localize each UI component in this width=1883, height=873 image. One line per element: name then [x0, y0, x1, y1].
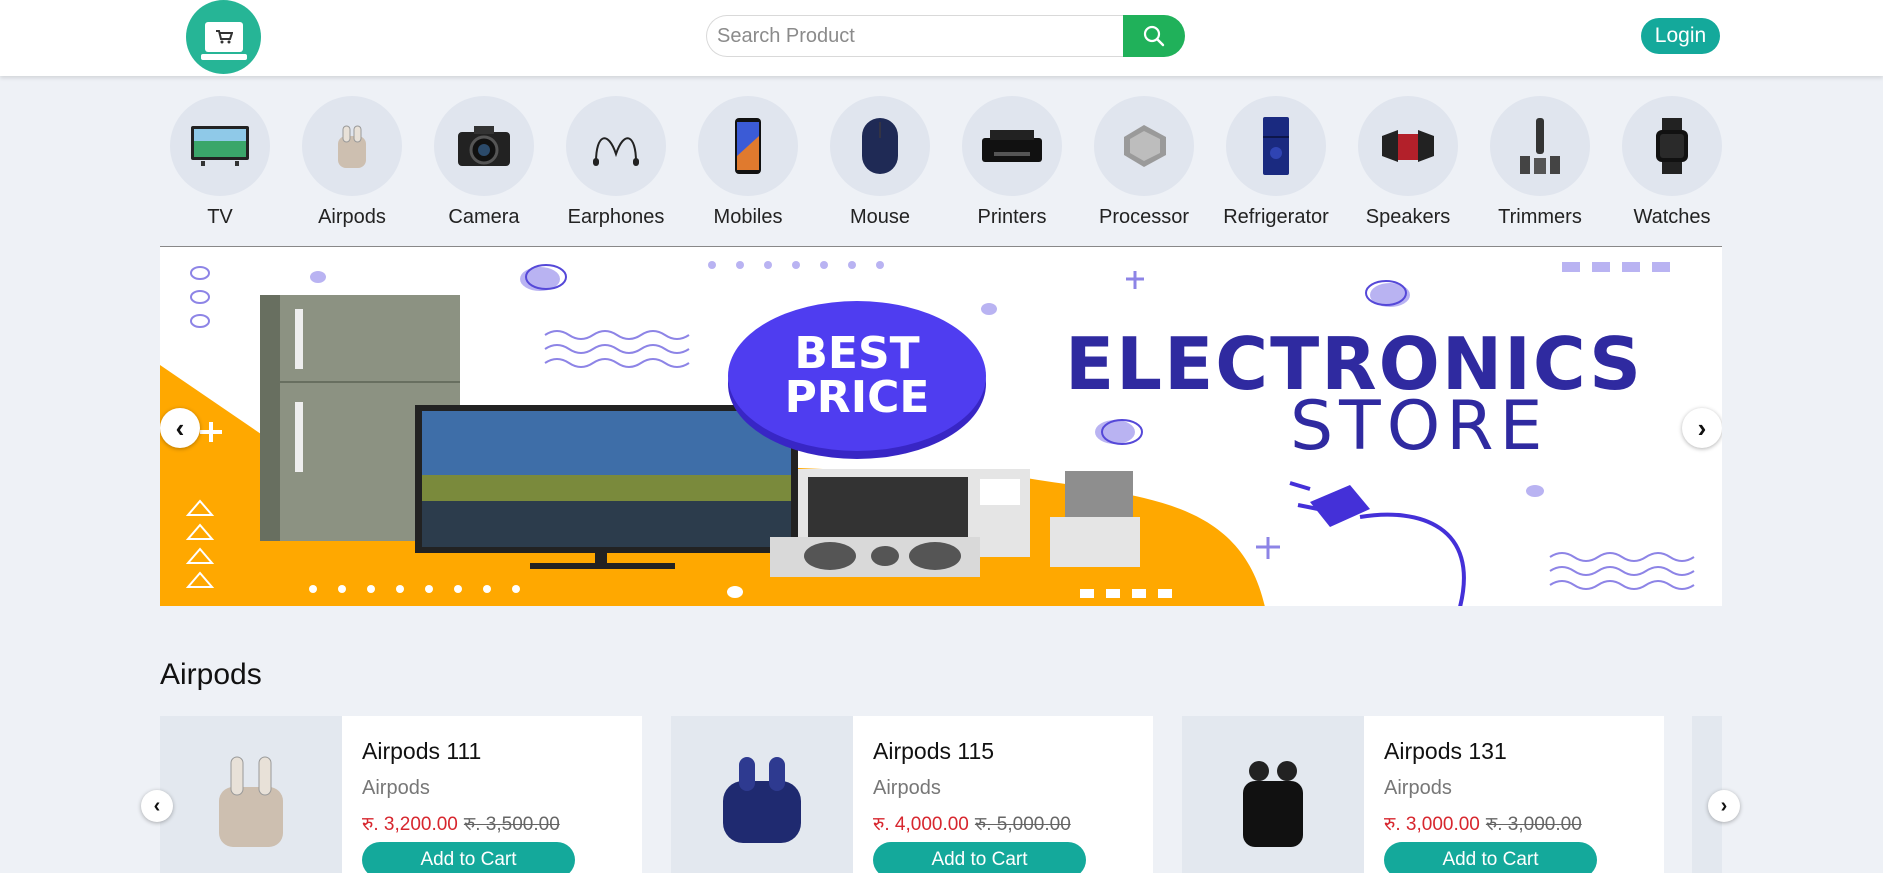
add-to-cart-button[interactable]: Add to Cart: [362, 842, 575, 873]
category-label: Trimmers: [1498, 206, 1582, 228]
category-label: Airpods: [318, 206, 386, 228]
camera-icon: [434, 96, 534, 196]
category-processor[interactable]: Processor: [1084, 96, 1204, 229]
category-label: Printers: [977, 206, 1047, 228]
category-label: TV: [207, 206, 233, 228]
category-refrigerator[interactable]: Refrigerator: [1216, 96, 1336, 229]
banner-prev-button[interactable]: ‹: [160, 408, 200, 448]
cart-icon: [200, 22, 247, 60]
trimmer-icon: [1490, 96, 1590, 196]
product-card[interactable]: Airpods 111 Airpods रु. 3,200.00 रु. 3,50…: [160, 716, 642, 873]
category-label: Watches: [1633, 206, 1711, 228]
category-mobiles[interactable]: Mobiles: [688, 96, 808, 229]
badge-text-2: PRICE: [784, 372, 930, 423]
product-price: रु. 3,200.00: [362, 814, 458, 835]
product-old-price: रु. 3,500.00: [463, 814, 560, 835]
tv-icon: [170, 96, 270, 196]
category-label: Processor: [1098, 206, 1190, 228]
product-name[interactable]: Airpods 131: [1384, 738, 1597, 765]
printer-icon: [962, 96, 1062, 196]
mouse-icon: [830, 96, 930, 196]
earphones-icon: [566, 96, 666, 196]
products-next-button[interactable]: ›: [1708, 790, 1740, 822]
category-speakers[interactable]: Speakers: [1348, 96, 1468, 229]
mobile-icon: [698, 96, 798, 196]
product-card[interactable]: Airpods 115 Airpods रु. 4,000.00 रु. 5,00…: [671, 716, 1153, 873]
product-price: रु. 3,000.00: [1384, 814, 1480, 835]
product-old-price: रु. 3,000.00: [1485, 814, 1582, 835]
product-name[interactable]: Airpods 111: [362, 738, 575, 765]
product-price: रु. 4,000.00: [873, 814, 969, 835]
category-label: Earphones: [567, 206, 665, 228]
category-airpods[interactable]: Airpods: [292, 96, 412, 229]
category-earphones[interactable]: Earphones: [556, 96, 676, 229]
add-to-cart-button[interactable]: Add to Cart: [873, 842, 1086, 873]
product-old-price: रु. 5,000.00: [974, 814, 1071, 835]
store-logo[interactable]: [186, 0, 261, 74]
section-title: Airpods: [160, 658, 262, 691]
category-watches[interactable]: Watches: [1612, 96, 1732, 229]
product-category: Airpods: [873, 777, 941, 799]
airpods-icon: [302, 96, 402, 196]
search-button[interactable]: [1123, 15, 1185, 57]
category-label: Camera: [448, 206, 520, 228]
products-prev-button[interactable]: ‹: [141, 790, 173, 822]
add-to-cart-button[interactable]: Add to Cart: [1384, 842, 1597, 873]
best-price-badge: BEST PRICE: [728, 301, 986, 451]
top-header: Login: [0, 0, 1883, 76]
processor-icon: [1094, 96, 1194, 196]
refrigerator-icon: [1226, 96, 1326, 196]
chevron-right-icon: ›: [1720, 794, 1728, 817]
product-image: [671, 716, 853, 873]
product-card[interactable]: Airpods 131 Airpods रु. 3,000.00 रु. 3,00…: [1182, 716, 1664, 873]
category-printers[interactable]: Printers: [952, 96, 1072, 229]
badge-text-1: BEST: [794, 328, 920, 379]
product-carousel: Airpods 111 Airpods रु. 3,200.00 रु. 3,50…: [160, 716, 1722, 873]
category-bar: TV Airpods Camera Earphones Mobiles Mous…: [160, 96, 1722, 229]
category-label: Speakers: [1365, 206, 1451, 228]
category-label: Mobiles: [713, 206, 783, 228]
category-mouse[interactable]: Mouse: [820, 96, 940, 229]
promo-banner: BEST PRICE ELECTRONICS STORE ‹ ›: [160, 246, 1722, 606]
category-label: Mouse: [849, 206, 911, 228]
category-tv[interactable]: TV: [160, 96, 280, 229]
watch-icon: [1622, 96, 1722, 196]
product-image: [1182, 716, 1364, 873]
product-category: Airpods: [362, 777, 430, 799]
banner-subtitle: STORE: [1290, 387, 1549, 466]
speaker-icon: [1358, 96, 1458, 196]
banner-next-button[interactable]: ›: [1682, 408, 1722, 448]
category-label: Refrigerator: [1223, 206, 1329, 228]
search-input[interactable]: [706, 15, 1123, 57]
chevron-left-icon: ‹: [153, 794, 161, 817]
product-image: [160, 716, 342, 873]
chevron-right-icon: ›: [1697, 412, 1707, 443]
product-category: Airpods: [1384, 777, 1452, 799]
category-trimmers[interactable]: Trimmers: [1480, 96, 1600, 229]
search-icon: [1143, 25, 1165, 47]
category-camera[interactable]: Camera: [424, 96, 544, 229]
chevron-left-icon: ‹: [175, 412, 185, 443]
login-button[interactable]: Login: [1641, 18, 1720, 54]
search-bar: [706, 15, 1185, 57]
product-name[interactable]: Airpods 115: [873, 738, 1086, 765]
